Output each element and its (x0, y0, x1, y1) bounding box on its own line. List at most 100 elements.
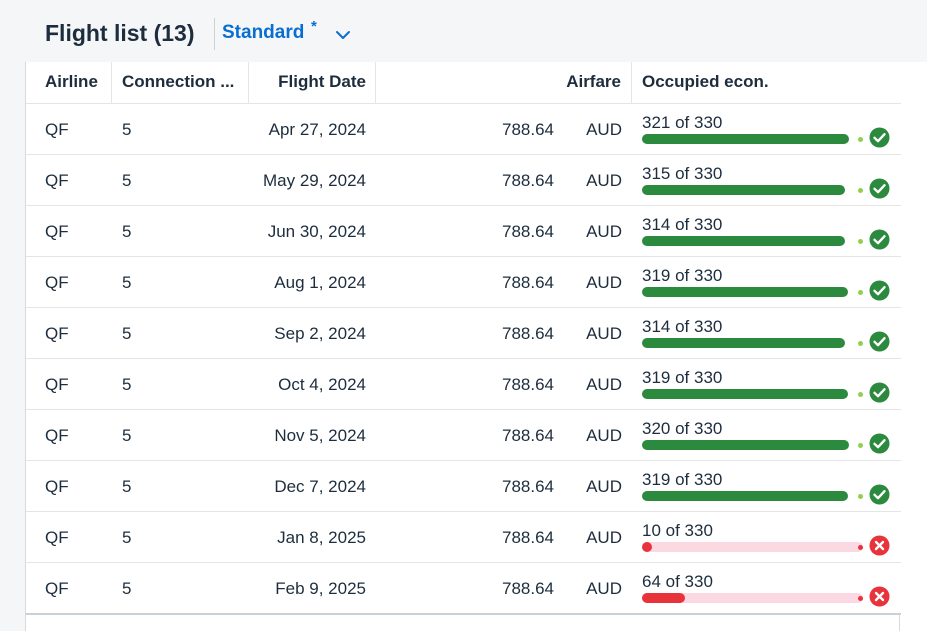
occupancy-bar-fill (642, 593, 685, 603)
connection-cell: 5 (122, 222, 132, 241)
airline-cell: QF (45, 375, 69, 394)
currency-cell: AUD (586, 324, 622, 343)
bar-end-marker (858, 392, 863, 397)
occupancy-bar-fill (642, 287, 848, 297)
connection-cell: 5 (122, 171, 132, 190)
bar-end-marker (858, 545, 863, 550)
currency-cell: AUD (586, 273, 622, 292)
flight-date-cell: May 29, 2024 (262, 171, 366, 190)
flight-date-cell: Aug 1, 2024 (274, 273, 366, 292)
occupancy-bar-fill (642, 338, 845, 348)
check-circle-icon (869, 331, 890, 352)
occupancy-bar-fill (642, 542, 652, 552)
bar-end-marker (858, 137, 863, 142)
occupancy-text: 314 of 330 (642, 215, 723, 234)
connection-cell: 5 (122, 528, 132, 547)
occupancy-text: 319 of 330 (642, 368, 723, 387)
connection-cell: 5 (122, 375, 132, 394)
airfare-cell: 788.64 (502, 477, 554, 496)
airfare-cell: 788.64 (502, 528, 554, 547)
table-row[interactable]: QF 5 Aug 1, 2024 788.64 AUD 319 of 330 (26, 257, 901, 308)
connection-cell: 5 (122, 273, 132, 292)
bar-end-marker (858, 443, 863, 448)
column-divider (375, 62, 376, 104)
table-row[interactable]: QF 5 Dec 7, 2024 788.64 AUD 319 of 330 (26, 461, 901, 512)
table-row[interactable]: QF 5 Jan 8, 2025 788.64 AUD 10 of 330 (26, 512, 901, 563)
occupancy-bar (642, 287, 863, 297)
occupancy-bar (642, 491, 863, 501)
bar-end-marker (858, 596, 863, 601)
table-row[interactable]: QF 5 Jun 30, 2024 788.64 AUD 314 of 330 (26, 206, 901, 257)
occupancy-text: 10 of 330 (642, 521, 713, 540)
airline-cell: QF (45, 579, 69, 598)
currency-cell: AUD (586, 579, 622, 598)
airfare-cell: 788.64 (502, 120, 554, 139)
currency-cell: AUD (586, 528, 622, 547)
flight-date-cell: Feb 9, 2025 (275, 579, 366, 598)
bar-end-marker (858, 188, 863, 193)
check-circle-icon (869, 280, 890, 301)
table-row[interactable]: QF 5 May 29, 2024 788.64 AUD 315 of 330 (26, 155, 901, 206)
table-row[interactable]: QF 5 Sep 2, 2024 788.64 AUD 314 of 330 (26, 308, 901, 359)
column-header-occupied-economy[interactable]: Occupied econ. (642, 62, 842, 104)
check-circle-icon (869, 484, 890, 505)
table-bottom-border (26, 613, 901, 615)
airfare-cell: 788.64 (502, 222, 554, 241)
connection-cell: 5 (122, 426, 132, 445)
column-header-airfare[interactable]: Airfare (496, 62, 621, 104)
table-row[interactable]: QF 5 Nov 5, 2024 788.64 AUD 320 of 330 (26, 410, 901, 461)
bar-end-marker (858, 341, 863, 346)
check-circle-icon (869, 178, 890, 199)
connection-cell: 5 (122, 324, 132, 343)
occupancy-bar-fill (642, 389, 848, 399)
column-header-flight-date[interactable]: Flight Date (256, 62, 366, 104)
check-circle-icon (869, 229, 890, 250)
occupancy-bar-fill (642, 236, 845, 246)
error-circle-icon (869, 535, 890, 556)
occupancy-bar (642, 134, 863, 144)
occupancy-text: 320 of 330 (642, 419, 723, 438)
page-title: Flight list (13) (45, 20, 195, 46)
occupancy-bar-fill (642, 440, 849, 450)
currency-cell: AUD (586, 477, 622, 496)
occupancy-bar (642, 338, 863, 348)
bar-end-marker (858, 239, 863, 244)
airline-cell: QF (45, 171, 69, 190)
chevron-down-icon[interactable] (334, 26, 352, 44)
airline-cell: QF (45, 324, 69, 343)
connection-cell: 5 (122, 579, 132, 598)
flight-date-cell: Dec 7, 2024 (274, 477, 366, 496)
check-circle-icon (869, 127, 890, 148)
column-divider (248, 62, 249, 104)
occupancy-bar (642, 593, 863, 603)
column-header-connection[interactable]: Connection ... (122, 62, 237, 104)
currency-cell: AUD (586, 222, 622, 241)
connection-cell: 5 (122, 477, 132, 496)
flight-date-cell: Apr 27, 2024 (268, 120, 366, 139)
airline-cell: QF (45, 528, 69, 547)
airline-cell: QF (45, 222, 69, 241)
title-divider (214, 18, 215, 50)
flight-date-cell: Jun 30, 2024 (267, 222, 366, 241)
variant-selector[interactable]: Standard (222, 22, 304, 44)
currency-cell: AUD (586, 120, 622, 139)
flight-date-cell: Oct 4, 2024 (278, 375, 366, 394)
column-header-airline[interactable]: Airline (45, 62, 125, 104)
flight-date-cell: Sep 2, 2024 (274, 324, 366, 343)
flight-date-cell: Jan 8, 2025 (277, 528, 366, 547)
bar-end-marker (858, 494, 863, 499)
airfare-cell: 788.64 (502, 426, 554, 445)
check-circle-icon (869, 382, 890, 403)
variant-modified-indicator: * (311, 18, 317, 35)
error-circle-icon (869, 586, 890, 607)
airline-cell: QF (45, 120, 69, 139)
occupancy-bar (642, 236, 863, 246)
airline-cell: QF (45, 273, 69, 292)
airfare-cell: 788.64 (502, 324, 554, 343)
check-circle-icon (869, 433, 890, 454)
table-row[interactable]: QF 5 Feb 9, 2025 788.64 AUD 64 of 330 (26, 563, 901, 614)
flight-date-cell: Nov 5, 2024 (274, 426, 366, 445)
table-row[interactable]: QF 5 Oct 4, 2024 788.64 AUD 319 of 330 (26, 359, 901, 410)
table-row[interactable]: QF 5 Apr 27, 2024 788.64 AUD 321 of 330 (26, 104, 901, 155)
column-divider (631, 62, 632, 104)
